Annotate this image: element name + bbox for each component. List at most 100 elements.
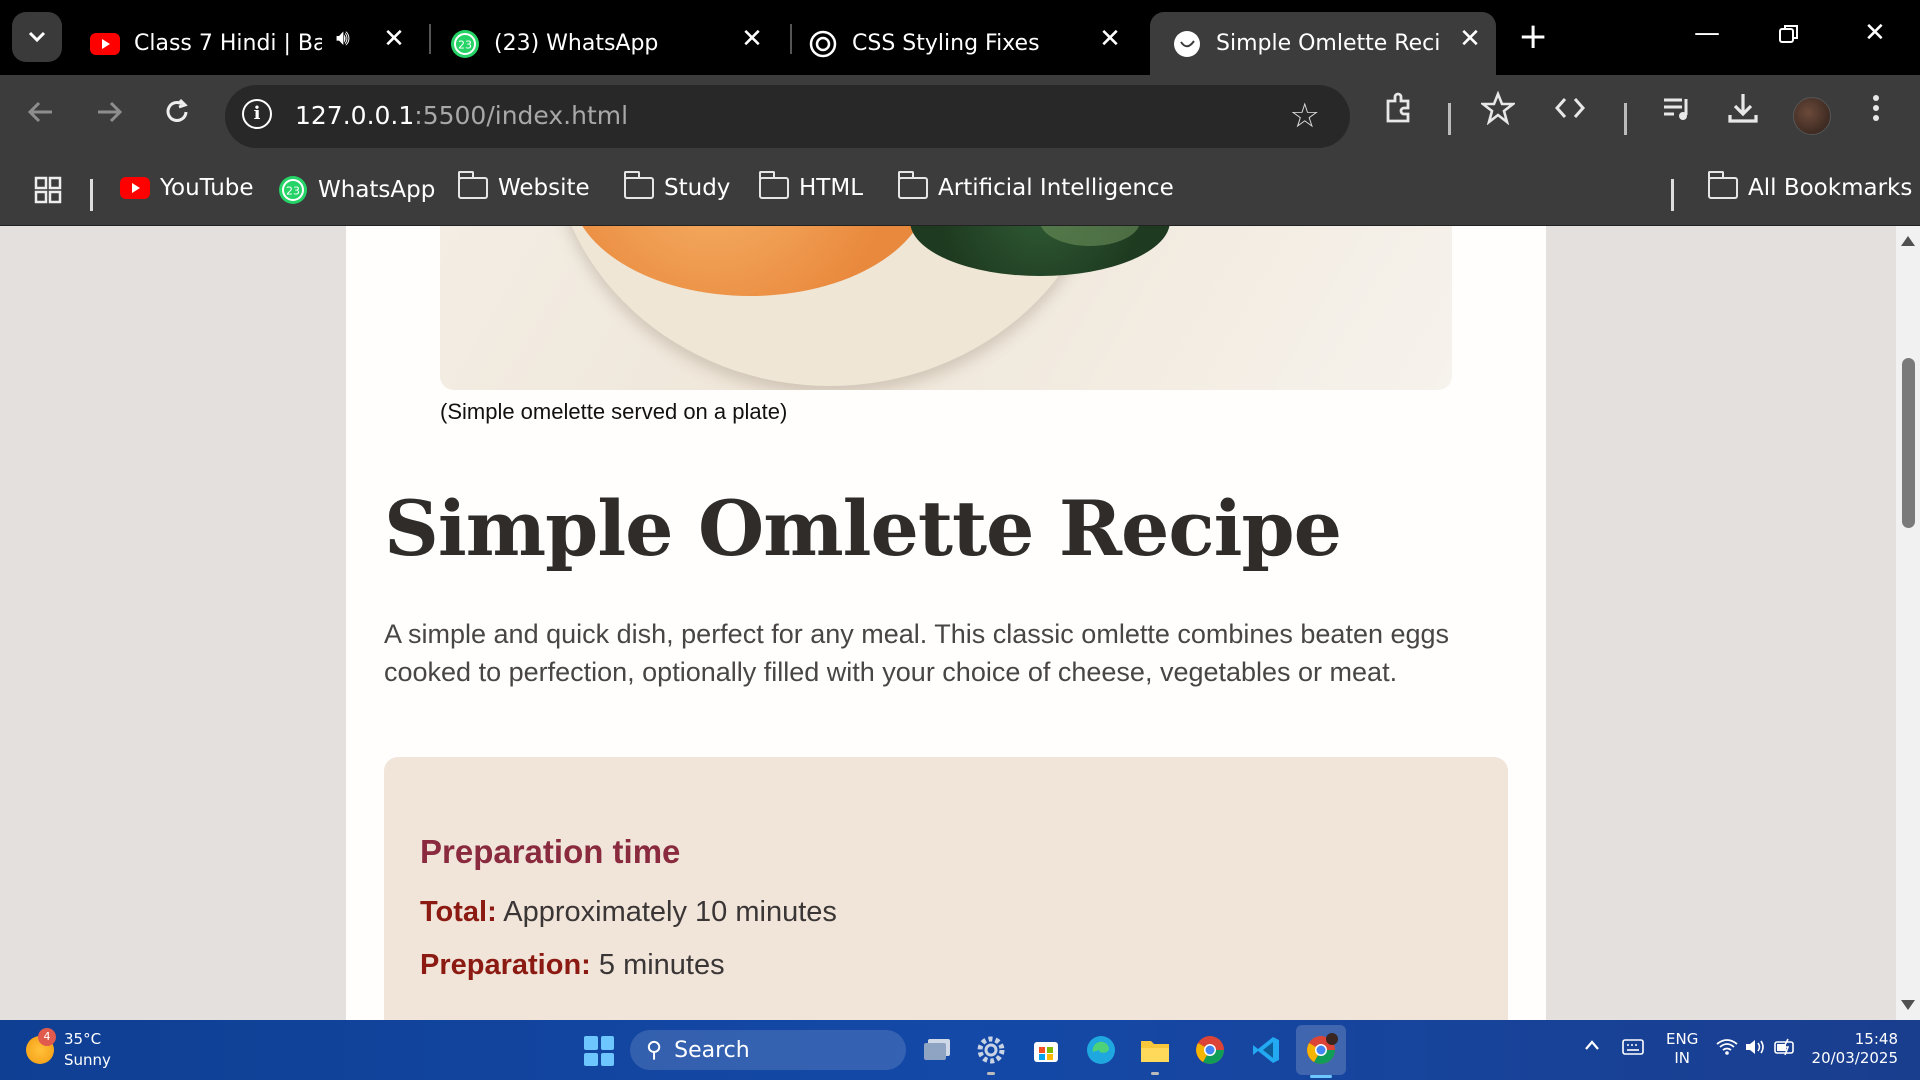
omelette-photo bbox=[440, 226, 1452, 390]
folder-icon bbox=[758, 171, 789, 199]
chevron-down-icon bbox=[28, 31, 46, 43]
battery-icon[interactable] bbox=[1774, 1037, 1798, 1061]
minimize-button[interactable]: — bbox=[1694, 18, 1720, 48]
vertical-scrollbar[interactable] bbox=[1896, 226, 1920, 1020]
apps-grid-icon[interactable] bbox=[34, 176, 62, 204]
youtube-icon bbox=[120, 177, 150, 199]
back-button[interactable] bbox=[26, 97, 56, 135]
more-menu-icon[interactable] bbox=[1866, 91, 1886, 133]
clock-time: 15:48 bbox=[1854, 1030, 1898, 1048]
page-title: Simple Omlette Recipe bbox=[384, 484, 1342, 573]
weather-temperature[interactable]: 35°C bbox=[64, 1030, 101, 1048]
profile-avatar[interactable] bbox=[1793, 97, 1831, 135]
youtube-icon bbox=[90, 29, 120, 59]
bookmark-html-folder[interactable]: HTML bbox=[758, 171, 863, 201]
close-tab-icon[interactable]: ✕ bbox=[1455, 24, 1485, 54]
whatsapp-icon: 23 bbox=[450, 29, 480, 59]
taskbar-search[interactable]: ⚲ Search bbox=[630, 1030, 906, 1070]
tab-title: (23) WhatsApp bbox=[494, 31, 659, 56]
scroll-up-arrow[interactable] bbox=[1901, 236, 1915, 246]
url-text[interactable]: 127.0.0.1:5500/index.html bbox=[295, 101, 628, 130]
edge-browser-icon[interactable] bbox=[1084, 1033, 1118, 1067]
folder-icon bbox=[1707, 171, 1738, 199]
file-explorer-icon[interactable] bbox=[1138, 1033, 1172, 1075]
tab-chatgpt[interactable]: CSS Styling Fixes ✕ bbox=[786, 12, 1132, 75]
url-host: 127.0.0.1 bbox=[295, 101, 415, 130]
tab-strip: Class 7 Hindi | Baal 🔊︎ ✕ 23 (23) WhatsA… bbox=[0, 0, 1920, 75]
forward-arrow-icon bbox=[98, 101, 123, 123]
scroll-thumb[interactable] bbox=[1902, 358, 1915, 528]
tab-title: Simple Omlette Recipe bbox=[1216, 31, 1440, 56]
favorites-icon[interactable] bbox=[1479, 90, 1517, 133]
chrome-icon[interactable] bbox=[1193, 1033, 1227, 1067]
bookmark-youtube[interactable]: YouTube bbox=[120, 175, 254, 201]
new-tab-button[interactable]: + bbox=[1518, 19, 1548, 55]
bookmark-separator bbox=[90, 179, 93, 211]
address-bar[interactable]: i 127.0.0.1:5500/index.html ☆ bbox=[225, 85, 1350, 148]
tab-title: Class 7 Hindi | Baal bbox=[134, 31, 322, 56]
bookmark-label: Study bbox=[664, 175, 731, 201]
preparation-heading: Preparation time bbox=[420, 833, 681, 870]
toolbar-separator bbox=[1624, 103, 1627, 135]
bookmark-study-folder[interactable]: Study bbox=[623, 171, 731, 201]
extensions-icon[interactable] bbox=[1382, 91, 1416, 133]
forward-button[interactable] bbox=[94, 97, 124, 135]
tab-search-button[interactable] bbox=[12, 12, 62, 62]
speaker-icon[interactable]: 🔊︎ bbox=[336, 26, 350, 51]
bookmark-ai-folder[interactable]: Artificial Intelligence bbox=[897, 171, 1174, 201]
show-hidden-icons-chevron[interactable] bbox=[1584, 1036, 1600, 1055]
recipe-description: A simple and quick dish, perfect for any… bbox=[384, 619, 1450, 687]
wifi-icon[interactable] bbox=[1716, 1038, 1738, 1060]
prep-preparation-row: Preparation: 5 minutes bbox=[420, 949, 725, 982]
weather-badge: 4 bbox=[38, 1028, 56, 1046]
site-info-icon[interactable]: i bbox=[242, 99, 272, 129]
bookmark-star-icon[interactable]: ☆ bbox=[1290, 96, 1320, 136]
all-bookmarks-folder[interactable]: All Bookmarks bbox=[1707, 171, 1912, 201]
folder-icon bbox=[897, 171, 928, 199]
tab-whatsapp[interactable]: 23 (23) WhatsApp ✕ bbox=[428, 12, 774, 75]
downloads-icon[interactable] bbox=[1726, 91, 1760, 133]
close-window-button[interactable]: ✕ bbox=[1864, 18, 1886, 48]
running-indicator bbox=[1151, 1072, 1159, 1075]
chrome-active-icon[interactable] bbox=[1296, 1025, 1346, 1078]
close-tab-icon[interactable]: ✕ bbox=[1095, 24, 1125, 54]
code-icon[interactable] bbox=[1553, 91, 1587, 133]
chatgpt-icon bbox=[808, 29, 838, 59]
scroll-down-arrow[interactable] bbox=[1901, 1000, 1915, 1010]
language-line2: IN bbox=[1674, 1049, 1690, 1067]
prep-total-value: Approximately 10 minutes bbox=[496, 896, 837, 928]
settings-gear-icon[interactable] bbox=[974, 1033, 1008, 1075]
whatsapp-icon: 23 bbox=[278, 175, 308, 205]
back-arrow-icon bbox=[27, 101, 52, 123]
reload-button[interactable] bbox=[162, 97, 192, 135]
task-view-icon[interactable] bbox=[920, 1033, 954, 1067]
weather-condition[interactable]: Sunny bbox=[64, 1051, 111, 1069]
recipe-page: (Simple omelette served on a plate) Simp… bbox=[346, 226, 1546, 1020]
tab-title: CSS Styling Fixes bbox=[852, 31, 1040, 56]
close-tab-icon[interactable]: ✕ bbox=[737, 24, 767, 54]
taskbar-search-label: Search bbox=[674, 1037, 750, 1063]
language-indicator[interactable]: ENG IN bbox=[1666, 1030, 1698, 1068]
bookmark-whatsapp[interactable]: 23 WhatsApp bbox=[278, 175, 435, 205]
tab-youtube[interactable]: Class 7 Hindi | Baal 🔊︎ ✕ bbox=[68, 12, 414, 75]
media-control-icon[interactable] bbox=[1660, 91, 1694, 133]
vscode-icon[interactable] bbox=[1249, 1033, 1283, 1067]
browser-toolbar: i 127.0.0.1:5500/index.html ☆ bbox=[0, 75, 1920, 161]
bookmark-website-folder[interactable]: Website bbox=[457, 171, 590, 201]
bookmark-label: Website bbox=[498, 175, 590, 201]
volume-icon[interactable] bbox=[1744, 1038, 1766, 1060]
keyboard-icon[interactable] bbox=[1622, 1039, 1644, 1059]
tab-omlette-active[interactable]: Simple Omlette Recipe ✕ bbox=[1150, 12, 1496, 75]
start-button[interactable] bbox=[584, 1036, 614, 1066]
clock-date: 20/03/2025 bbox=[1811, 1049, 1898, 1067]
whatsapp-badge-text: 23 bbox=[458, 38, 472, 51]
bookmark-label: Artificial Intelligence bbox=[938, 175, 1174, 201]
toolbar-separator bbox=[1448, 103, 1451, 135]
folder-icon bbox=[623, 171, 654, 199]
close-tab-icon[interactable]: ✕ bbox=[379, 24, 409, 54]
restore-button[interactable] bbox=[1778, 22, 1800, 52]
clock[interactable]: 15:48 20/03/2025 bbox=[1808, 1030, 1898, 1068]
prep-total-row: Total: Approximately 10 minutes bbox=[420, 896, 837, 929]
microsoft-store-icon[interactable] bbox=[1029, 1033, 1063, 1067]
bookmark-separator bbox=[1671, 179, 1674, 211]
